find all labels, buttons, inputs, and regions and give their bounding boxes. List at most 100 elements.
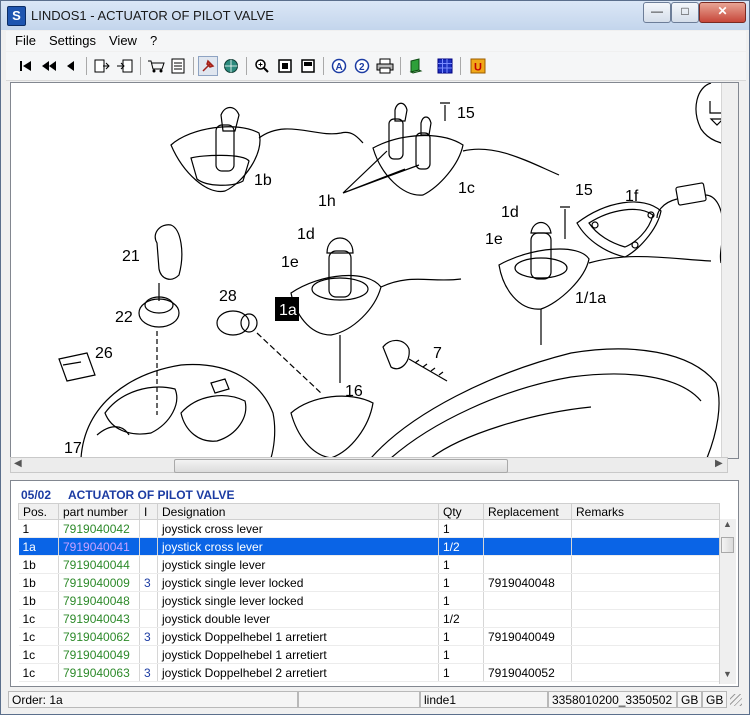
cell-part-number: 7919040049 xyxy=(58,645,140,664)
col-replacement[interactable]: Replacement xyxy=(483,503,572,520)
u-icon[interactable]: U xyxy=(468,56,488,76)
status-user: linde1 xyxy=(420,691,548,708)
col-remarks[interactable]: Remarks xyxy=(571,503,720,520)
cell-designation: joystick single lever xyxy=(157,555,439,574)
scroll-down-icon[interactable]: ▼ xyxy=(723,669,732,679)
table-row[interactable]: 1 7919040042 joystick cross lever 1 xyxy=(18,519,720,538)
cell-designation: joystick single lever locked xyxy=(157,573,439,592)
cell-info xyxy=(139,519,158,538)
first-icon[interactable] xyxy=(16,56,36,76)
table-row[interactable]: 1c 7919040062 3 joystick Doppelhebel 1 arre… xyxy=(18,627,720,646)
previous-page-icon[interactable] xyxy=(39,56,59,76)
cell-part-number: 7919040062 xyxy=(58,627,140,646)
table-row-selected[interactable]: 1a 7919040041 joystick cross lever 1/2 xyxy=(18,537,720,556)
cell-remarks xyxy=(571,663,720,682)
close-button[interactable]: ✕ xyxy=(699,2,746,23)
table-row[interactable]: 1b 7919040048 joystick single lever locked… xyxy=(18,591,720,610)
book-icon[interactable] xyxy=(406,56,426,76)
drawing-horizontal-scrollbar[interactable]: ◀ ▶ xyxy=(10,457,728,473)
cell-replacement xyxy=(483,609,572,628)
label-1-1a: 1/1a xyxy=(575,290,606,307)
print-icon[interactable] xyxy=(375,56,395,76)
cell-remarks xyxy=(571,537,720,556)
cell-info xyxy=(139,555,158,574)
toolbar: A 2 U xyxy=(6,52,746,81)
previous-icon[interactable] xyxy=(61,56,81,76)
col-pos[interactable]: Pos. xyxy=(18,503,59,520)
menu-settings[interactable]: Settings xyxy=(49,33,96,48)
col-part-number[interactable]: part number xyxy=(58,503,140,520)
maximize-button[interactable]: □ xyxy=(671,2,699,23)
fit-width-icon[interactable] xyxy=(298,56,318,76)
pin-icon[interactable] xyxy=(198,56,218,76)
cell-info: 3 xyxy=(139,573,158,592)
col-qty[interactable]: Qty xyxy=(438,503,484,520)
table-row[interactable]: 1c 7919040043 joystick double lever 1/2 xyxy=(18,609,720,628)
cart-icon[interactable] xyxy=(146,56,166,76)
cell-remarks xyxy=(571,609,720,628)
table-row[interactable]: 1c 7919040063 3 joystick Doppelhebel 2 arre… xyxy=(18,663,720,682)
cell-pos: 1c xyxy=(18,627,59,646)
parts-vertical-scrollbar[interactable]: ▲ ▼ xyxy=(719,519,736,684)
exploded-view-drawing[interactable]: 15 1b 1h 1c 15 1f 1d 1e 1d 1e 21 28 1a 2… xyxy=(10,82,739,459)
checklist-icon[interactable] xyxy=(168,56,188,76)
cell-part-number: 7919040043 xyxy=(58,609,140,628)
menu-help[interactable]: ? xyxy=(150,33,157,48)
globe-icon[interactable] xyxy=(221,56,241,76)
search-2-icon[interactable]: 2 xyxy=(352,56,372,76)
status-language-1: GB xyxy=(677,691,702,708)
cell-replacement xyxy=(483,519,572,538)
status-numbers: 3358010200_3350502 xyxy=(548,691,677,708)
cell-replacement: 7919040048 xyxy=(483,573,572,592)
scroll-right-icon[interactable]: ▶ xyxy=(715,458,723,469)
cell-remarks xyxy=(571,591,720,610)
parts-list-panel: 05/02 ACTUATOR OF PILOT VALVE Pos. part … xyxy=(10,480,739,687)
horizontal-scroll-thumb[interactable] xyxy=(174,459,508,473)
cell-replacement xyxy=(483,555,572,574)
cell-designation: joystick double lever xyxy=(157,609,439,628)
label-1e-right: 1e xyxy=(485,231,503,248)
cell-pos: 1b xyxy=(18,555,59,574)
label-1h: 1h xyxy=(318,193,336,210)
menu-file[interactable]: File xyxy=(15,33,36,48)
label-1a-selected[interactable]: 1a xyxy=(279,302,297,319)
cell-designation: joystick cross lever xyxy=(157,519,439,538)
table-row[interactable]: 1b 7919040044 joystick single lever 1 xyxy=(18,555,720,574)
import-icon[interactable] xyxy=(115,56,135,76)
minimize-button[interactable]: — xyxy=(643,2,671,23)
cell-part-number: 7919040042 xyxy=(58,519,140,538)
cell-part-number: 7919040044 xyxy=(58,555,140,574)
fit-page-icon[interactable] xyxy=(275,56,295,76)
col-designation[interactable]: Designation xyxy=(157,503,439,520)
scroll-up-icon[interactable]: ▲ xyxy=(723,519,732,529)
status-bar: Order: 1a linde1 3358010200_3350502 GB G… xyxy=(6,690,746,710)
cell-qty: 1 xyxy=(438,645,484,664)
scroll-left-icon[interactable]: ◀ xyxy=(14,458,22,469)
zoom-in-icon[interactable] xyxy=(252,56,272,76)
cell-info xyxy=(139,591,158,610)
cell-info xyxy=(139,537,158,556)
label-15-top: 15 xyxy=(457,105,475,122)
cell-part-number: 7919040048 xyxy=(58,591,140,610)
label-15-right: 15 xyxy=(575,182,593,199)
search-a-icon[interactable]: A xyxy=(329,56,349,76)
svg-text:U: U xyxy=(474,62,482,74)
label-1d-right: 1d xyxy=(501,204,519,221)
vertical-scroll-thumb[interactable] xyxy=(721,537,734,553)
col-info[interactable]: I xyxy=(139,503,158,520)
cell-qty: 1/2 xyxy=(438,537,484,556)
cell-info: 3 xyxy=(139,627,158,646)
drawing-vertical-scrollbar[interactable] xyxy=(721,83,738,458)
resize-grip-icon[interactable] xyxy=(730,694,742,706)
cell-remarks xyxy=(571,645,720,664)
table-row[interactable]: 1b 7919040009 3 joystick single lever locke… xyxy=(18,573,720,592)
svg-text:2: 2 xyxy=(359,62,365,73)
app-icon: S xyxy=(7,6,26,26)
menu-view[interactable]: View xyxy=(109,33,137,48)
grid-icon[interactable] xyxy=(435,56,455,76)
label-1e-center: 1e xyxy=(281,254,299,271)
export-icon[interactable] xyxy=(92,56,112,76)
cell-info: 3 xyxy=(139,663,158,682)
table-row[interactable]: 1c 7919040049 joystick Doppelhebel 1 arret… xyxy=(18,645,720,664)
cell-remarks xyxy=(571,519,720,538)
